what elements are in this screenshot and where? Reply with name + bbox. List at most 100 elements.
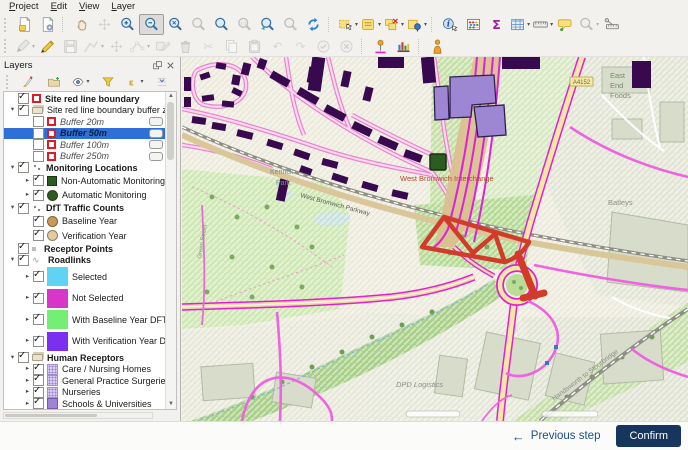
layer-row-care-nursing-homes[interactable]: ▸Care / Nursing Homes: [4, 364, 166, 376]
undock-panel-icon[interactable]: [152, 60, 163, 71]
layer-row-monitoring-locations[interactable]: ▾Monitoring Locations: [4, 162, 166, 174]
layer-checkbox[interactable]: [18, 243, 29, 254]
map-themes-button[interactable]: ▾: [69, 72, 92, 92]
filter-legend-button[interactable]: [96, 72, 119, 92]
layer-checkbox[interactable]: [33, 293, 44, 304]
expander-icon[interactable]: ▸: [22, 317, 33, 324]
zoom-to-layer-button[interactable]: [210, 15, 233, 35]
zoom-next-button[interactable]: [279, 15, 302, 35]
zoom-out-button[interactable]: [139, 14, 164, 35]
cut-features-button[interactable]: [197, 36, 220, 56]
layer-row-baseline-year[interactable]: Baseline Year: [4, 214, 166, 229]
map-hscroll-thumb2[interactable]: [542, 411, 598, 417]
vscroll-thumb[interactable]: [167, 102, 174, 160]
layer-row-with-verification-year-dft[interactable]: ▸With Verification Year DFT: [4, 331, 166, 353]
zoom-full-button[interactable]: [164, 15, 187, 35]
expander-icon[interactable]: ▾: [7, 257, 18, 264]
layer-checkbox[interactable]: [33, 230, 44, 241]
expander-icon[interactable]: ▸: [22, 389, 33, 396]
layer-row-general-practice-surgeries-clinics[interactable]: ▸General Practice Surgeries / Clinics: [4, 375, 166, 387]
layer-checkbox[interactable]: [33, 271, 44, 282]
layer-checkbox[interactable]: [33, 216, 44, 227]
scroll-down-icon[interactable]: ▼: [166, 400, 176, 409]
layer-row-with-baseline-year-dft[interactable]: ▸With Baseline Year DFT: [4, 309, 166, 331]
layer-checkbox[interactable]: [33, 190, 44, 201]
layer-checkbox[interactable]: [18, 255, 29, 266]
measure-bearing-button[interactable]: [600, 15, 623, 35]
layer-row-non-automatic-monitoring[interactable]: ▸Non-Automatic Monitoring: [4, 174, 166, 189]
project-properties-button[interactable]: [36, 15, 59, 35]
layer-row-not-selected[interactable]: ▸Not Selected: [4, 288, 166, 310]
expander-icon[interactable]: ▾: [7, 107, 18, 114]
layer-row-receptor-points[interactable]: Receptor Points: [4, 243, 166, 255]
expander-icon[interactable]: ▸: [22, 378, 33, 385]
show-sum-button[interactable]: [485, 15, 508, 35]
layer-row-hospitals[interactable]: ▸Hospitals: [4, 410, 166, 411]
expander-icon[interactable]: ▸: [22, 274, 33, 281]
expander-icon[interactable]: ▸: [22, 178, 33, 185]
layer-row-verification-year[interactable]: Verification Year: [4, 229, 166, 244]
layer-checkbox[interactable]: [33, 364, 44, 375]
layer-checkbox[interactable]: [33, 387, 44, 398]
layer-row-buffer-250m[interactable]: Buffer 250m: [4, 151, 166, 163]
pan-to-selection-button[interactable]: [93, 15, 116, 35]
close-panel-icon[interactable]: [165, 60, 176, 71]
vertex-tool-button[interactable]: ▾: [128, 36, 151, 56]
expander-icon[interactable]: ▸: [22, 338, 33, 345]
layer-tree-hscrollbar[interactable]: [3, 412, 153, 419]
cancel-edits-button[interactable]: [335, 36, 358, 56]
modify-attributes-button[interactable]: [151, 36, 174, 56]
expander-icon[interactable]: ▾: [7, 355, 18, 362]
refresh-map-button[interactable]: [302, 15, 325, 35]
select-by-location-button[interactable]: ▾: [405, 15, 428, 35]
layer-row-schools-universities[interactable]: ▸Schools & Universities: [4, 398, 166, 410]
move-feature-button[interactable]: [105, 36, 128, 56]
menu-edit[interactable]: Edit: [46, 1, 72, 12]
expand-all-button[interactable]: [150, 72, 173, 92]
open-attribute-table-button[interactable]: ▾: [508, 15, 531, 35]
add-line-feature-button[interactable]: ▾: [82, 36, 105, 56]
map-hscroll-thumb[interactable]: [406, 411, 460, 417]
layer-checkbox[interactable]: [18, 93, 29, 104]
person-tool-button[interactable]: [426, 36, 449, 56]
zoom-native-button[interactable]: [233, 15, 256, 35]
layer-tree-vscrollbar[interactable]: ▲ ▼: [165, 92, 176, 409]
zoom-to-selection-button[interactable]: [187, 15, 210, 35]
menu-view[interactable]: View: [74, 1, 104, 12]
layer-checkbox[interactable]: [18, 105, 29, 116]
menu-project[interactable]: Project: [4, 1, 44, 12]
paste-features-button[interactable]: [243, 36, 266, 56]
select-by-form-button[interactable]: ▾: [359, 15, 382, 35]
layer-row-site-red-line-boundary-buffer-zones[interactable]: ▾Site red line boundary buffer zones: [4, 105, 166, 117]
zoom-last-button[interactable]: [256, 15, 279, 35]
layer-row-buffer-20m[interactable]: Buffer 20m: [4, 116, 166, 128]
layer-row-selected[interactable]: ▸Selected: [4, 266, 166, 288]
layer-checkbox[interactable]: [33, 175, 44, 186]
layer-checkbox[interactable]: [18, 203, 29, 214]
menu-layer[interactable]: Layer: [106, 1, 140, 12]
scroll-up-icon[interactable]: ▲: [166, 92, 176, 101]
delete-selected-button[interactable]: [174, 36, 197, 56]
redo-button[interactable]: [289, 36, 312, 56]
layer-checkbox[interactable]: [33, 128, 44, 139]
measure-button[interactable]: ▾: [531, 15, 554, 35]
map-canvas[interactable]: A4152 East End Foods Bat: [182, 57, 688, 421]
layer-checkbox[interactable]: [33, 139, 44, 150]
zoom-in-button[interactable]: [116, 15, 139, 35]
layer-row-dft-traffic-counts[interactable]: ▾DfT Traffic Counts: [4, 203, 166, 215]
expander-icon[interactable]: ▸: [22, 401, 33, 408]
identify-features-button[interactable]: [439, 15, 462, 35]
map-tips-button[interactable]: [554, 15, 577, 35]
layer-row-buffer-100m[interactable]: Buffer 100m: [4, 139, 166, 151]
filter-expression-button[interactable]: ▾: [123, 72, 146, 92]
previous-step-button[interactable]: ← Previous step: [512, 429, 601, 444]
expander-icon[interactable]: ▸: [22, 192, 33, 199]
layer-row-nurseries[interactable]: ▸Nurseries: [4, 387, 166, 399]
layer-styling-button[interactable]: [15, 72, 38, 92]
layer-checkbox[interactable]: [33, 375, 44, 386]
layer-row-human-receptors[interactable]: ▾Human Receptors: [4, 352, 166, 364]
layer-checkbox[interactable]: [33, 336, 44, 347]
expander-icon[interactable]: ▾: [7, 205, 18, 212]
layer-row-roadlinks[interactable]: ▾∿Roadlinks: [4, 255, 166, 267]
expander-icon[interactable]: ▸: [22, 295, 33, 302]
